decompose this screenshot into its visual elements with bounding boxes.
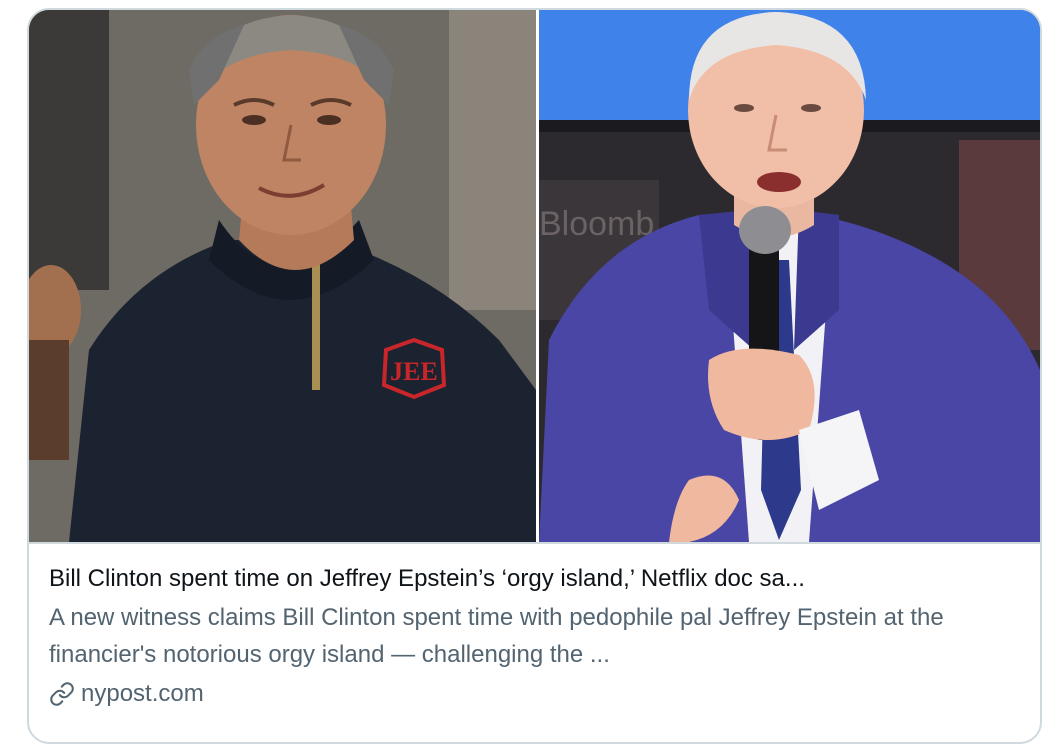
card-description: A new witness claims Bill Clinton spent … xyxy=(49,604,944,668)
left-photo: JEE xyxy=(29,10,536,542)
link-icon xyxy=(49,681,75,707)
card-title[interactable]: Bill Clinton spent time on Jeffrey Epste… xyxy=(49,562,1024,596)
source-domain[interactable]: nypost.com xyxy=(81,677,204,711)
link-preview-card[interactable]: JEE Bloomb Bill Clinton spent time on Je… xyxy=(27,8,1042,744)
right-photo: Bloomb xyxy=(539,10,1040,542)
card-media[interactable]: JEE Bloomb xyxy=(29,10,1040,542)
monogram-text: JEE xyxy=(390,357,438,386)
left-photo-illustration: JEE xyxy=(29,10,536,542)
background-sign-text: Bloomb xyxy=(539,205,654,243)
card-source[interactable]: nypost.com xyxy=(49,677,1020,711)
right-photo-illustration: Bloomb xyxy=(539,10,1040,542)
card-text[interactable]: Bill Clinton spent time on Jeffrey Epste… xyxy=(29,542,1040,742)
